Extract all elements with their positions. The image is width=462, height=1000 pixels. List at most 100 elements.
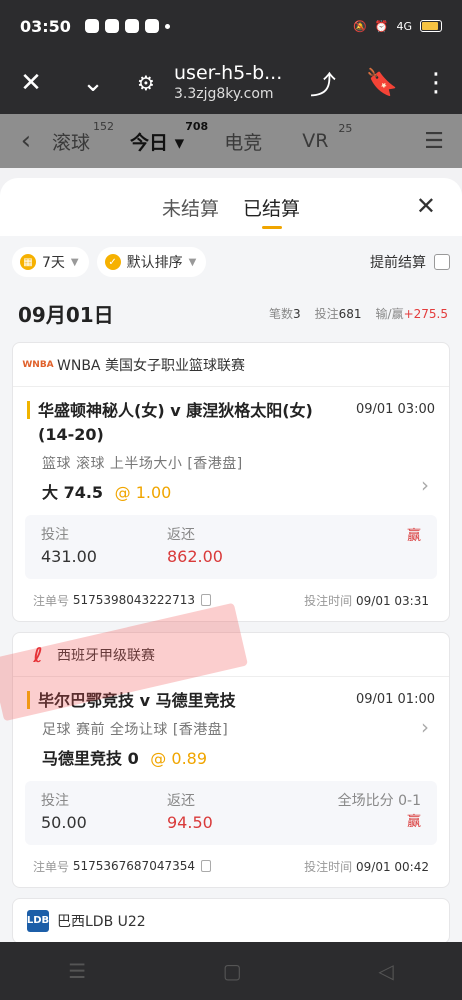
- ldb-logo: LDB: [27, 909, 49, 932]
- result-badge: 赢: [407, 528, 421, 544]
- sports-nav: ‹ 滚球 152 今日 ▾ 708 电竞 VR 25 ☰: [0, 114, 462, 168]
- teams-label: 华盛顿神秘人(女) v 康涅狄格太阳(女): [38, 401, 313, 420]
- close-sheet-button[interactable]: ✕: [416, 192, 436, 220]
- game-notification-icon: [104, 19, 119, 33]
- home-icon[interactable]: ▢: [223, 959, 242, 983]
- tab-live-label: 滚球: [52, 131, 91, 154]
- recent-apps-icon[interactable]: ☰: [68, 959, 86, 983]
- league-name: 巴西LDB U22: [57, 913, 146, 930]
- url-box[interactable]: user-h5-b... 3.3zjg8ky.com: [168, 62, 292, 104]
- return-label: 返还: [167, 793, 195, 809]
- filter-icon[interactable]: ☰: [406, 129, 462, 154]
- days-filter[interactable]: ▦ 7天 ▼: [12, 247, 89, 277]
- chevron-down-icon[interactable]: ⌄: [62, 52, 124, 114]
- stake-value: 50.00: [41, 813, 87, 832]
- count-label: 笔数: [268, 306, 293, 321]
- league-name: WNBA 美国女子职业篮球联赛: [57, 357, 245, 374]
- more-menu-icon[interactable]: ⋮: [410, 52, 462, 114]
- selection-label: 马德里竞技 0: [42, 749, 139, 768]
- selection: 大 74.5 @ 1.00: [42, 479, 435, 503]
- bet-time-value: 09/01 00:42: [356, 859, 429, 874]
- page-title: user-h5-b...: [174, 62, 283, 84]
- final-score-label: 全场比分 0-1: [337, 793, 421, 809]
- odds: @ 1.00: [114, 483, 172, 502]
- tab-esports-label: 电竞: [224, 131, 263, 154]
- more-notifications-icon: [164, 23, 170, 29]
- result-badge: 赢: [407, 814, 421, 830]
- mute-icon: 🔕: [353, 19, 367, 33]
- share-icon[interactable]: ⤴: [292, 52, 354, 114]
- odds-value: 0.89: [171, 749, 208, 768]
- sort-filter[interactable]: ✓ 默认排序 ▼: [96, 247, 207, 277]
- tab-esports[interactable]: 电竞: [224, 128, 262, 155]
- bet-time-label: 投注时间: [304, 593, 353, 608]
- back-icon[interactable]: ◁: [378, 959, 393, 983]
- summary-stats: 笔数3 投注681 输/赢+275.5: [269, 305, 448, 322]
- tab-vr[interactable]: VR 25: [302, 122, 352, 152]
- check-icon: ✓: [104, 254, 121, 270]
- order-no-label: 注单号: [33, 593, 70, 608]
- odds-value: 1.00: [135, 483, 172, 502]
- bet-amounts: 投注 50.00 返还 94.50 全场比分 0-1 赢: [25, 781, 437, 845]
- copy-icon[interactable]: [201, 860, 211, 872]
- accent-bar: [27, 401, 30, 419]
- count-value: 3: [292, 306, 301, 321]
- match-teams: 华盛顿神秘人(女) v 康涅狄格太阳(女) (14-20): [38, 399, 356, 447]
- order-no-value: 5175367687047354: [72, 859, 195, 873]
- status-bar: 03:50 🔕 ⏰ 4G: [0, 0, 462, 52]
- back-arrow-icon[interactable]: ‹: [0, 126, 52, 156]
- tab-today-label: 今日: [130, 131, 169, 154]
- stake-total-label: 投注: [314, 306, 339, 321]
- early-settle-label: 提前结算: [370, 255, 426, 271]
- url-domain: 3.3zjg8ky.com: [174, 86, 274, 102]
- league-header: LDB 巴西LDB U22: [13, 899, 449, 942]
- close-icon[interactable]: ✕: [0, 52, 62, 114]
- match-info: 华盛顿神秘人(女) v 康涅狄格太阳(女) (14-20) 09/01 03:0…: [13, 387, 449, 503]
- stake-label: 投注: [41, 527, 69, 543]
- return-label: 返还: [167, 527, 195, 543]
- bet-card[interactable]: WNBA WNBA 美国女子职业篮球联赛 华盛顿神秘人(女) v 康涅狄格太阳(…: [12, 342, 450, 622]
- bet-time-label: 投注时间: [304, 859, 353, 874]
- battery-icon: [420, 20, 442, 32]
- match-time: 09/01 03:00: [355, 402, 435, 417]
- date-summary: 09月01日 笔数3 投注681 输/赢+275.5: [0, 288, 462, 338]
- stake-value: 431.00: [41, 547, 97, 566]
- selection-label: 大 74.5: [42, 483, 104, 502]
- tab-live[interactable]: 滚球 152: [52, 120, 114, 155]
- copy-icon[interactable]: [201, 594, 211, 606]
- app-notification-icon: [124, 19, 139, 33]
- return-value: 94.50: [167, 813, 213, 832]
- bet-card[interactable]: LDB 巴西LDB U22: [12, 898, 450, 942]
- days-filter-label: 7天: [42, 255, 65, 271]
- tab-today-count: 708: [185, 119, 209, 133]
- winloss-value: +275.5: [403, 306, 448, 321]
- live-score: (14-20): [38, 425, 104, 444]
- calendar-icon: ▦: [20, 254, 36, 270]
- tab-unsettled[interactable]: 未结算: [162, 194, 219, 221]
- bookmark-icon[interactable]: 🔖: [354, 52, 410, 114]
- tab-settled[interactable]: 已结算: [243, 194, 300, 229]
- status-time: 03:50: [20, 16, 71, 36]
- chevron-right-icon[interactable]: ›: [421, 715, 429, 739]
- alarm-icon: ⏰: [374, 19, 389, 33]
- stake-label: 投注: [41, 793, 69, 809]
- odds: @ 0.89: [150, 749, 208, 768]
- bet-time-value: 09/01 03:31: [356, 593, 429, 608]
- bet-footer: 注单号 5175367687047354 投注时间 09/01 00:42: [13, 845, 449, 887]
- chat-notification-icon: [84, 19, 99, 33]
- message-notification-icon: [144, 19, 159, 33]
- caret-down-icon: ▼: [70, 256, 79, 268]
- early-settle-toggle[interactable]: 提前结算: [370, 252, 450, 272]
- wnba-logo: WNBA: [22, 359, 54, 370]
- early-settle-checkbox[interactable]: [434, 254, 450, 270]
- tab-vr-label: VR: [302, 130, 329, 152]
- order-no-value: 5175398043222713: [72, 593, 195, 607]
- match-time: 09/01 01:00: [355, 692, 435, 707]
- site-settings-icon[interactable]: ⚙: [124, 52, 168, 114]
- sheet-header: 未结算 已结算 ✕: [0, 178, 462, 236]
- tab-today[interactable]: 今日 ▾ 708: [130, 120, 208, 155]
- chevron-right-icon[interactable]: ›: [421, 473, 429, 497]
- bet-record-sheet: 未结算 已结算 ✕ ▦ 7天 ▼ ✓ 默认排序 ▼ 提前结算 09月01日 笔数…: [0, 178, 462, 942]
- league-header: WNBA WNBA 美国女子职业篮球联赛: [13, 343, 449, 387]
- bet-amounts: 投注 431.00 返还 862.00 赢: [25, 515, 437, 579]
